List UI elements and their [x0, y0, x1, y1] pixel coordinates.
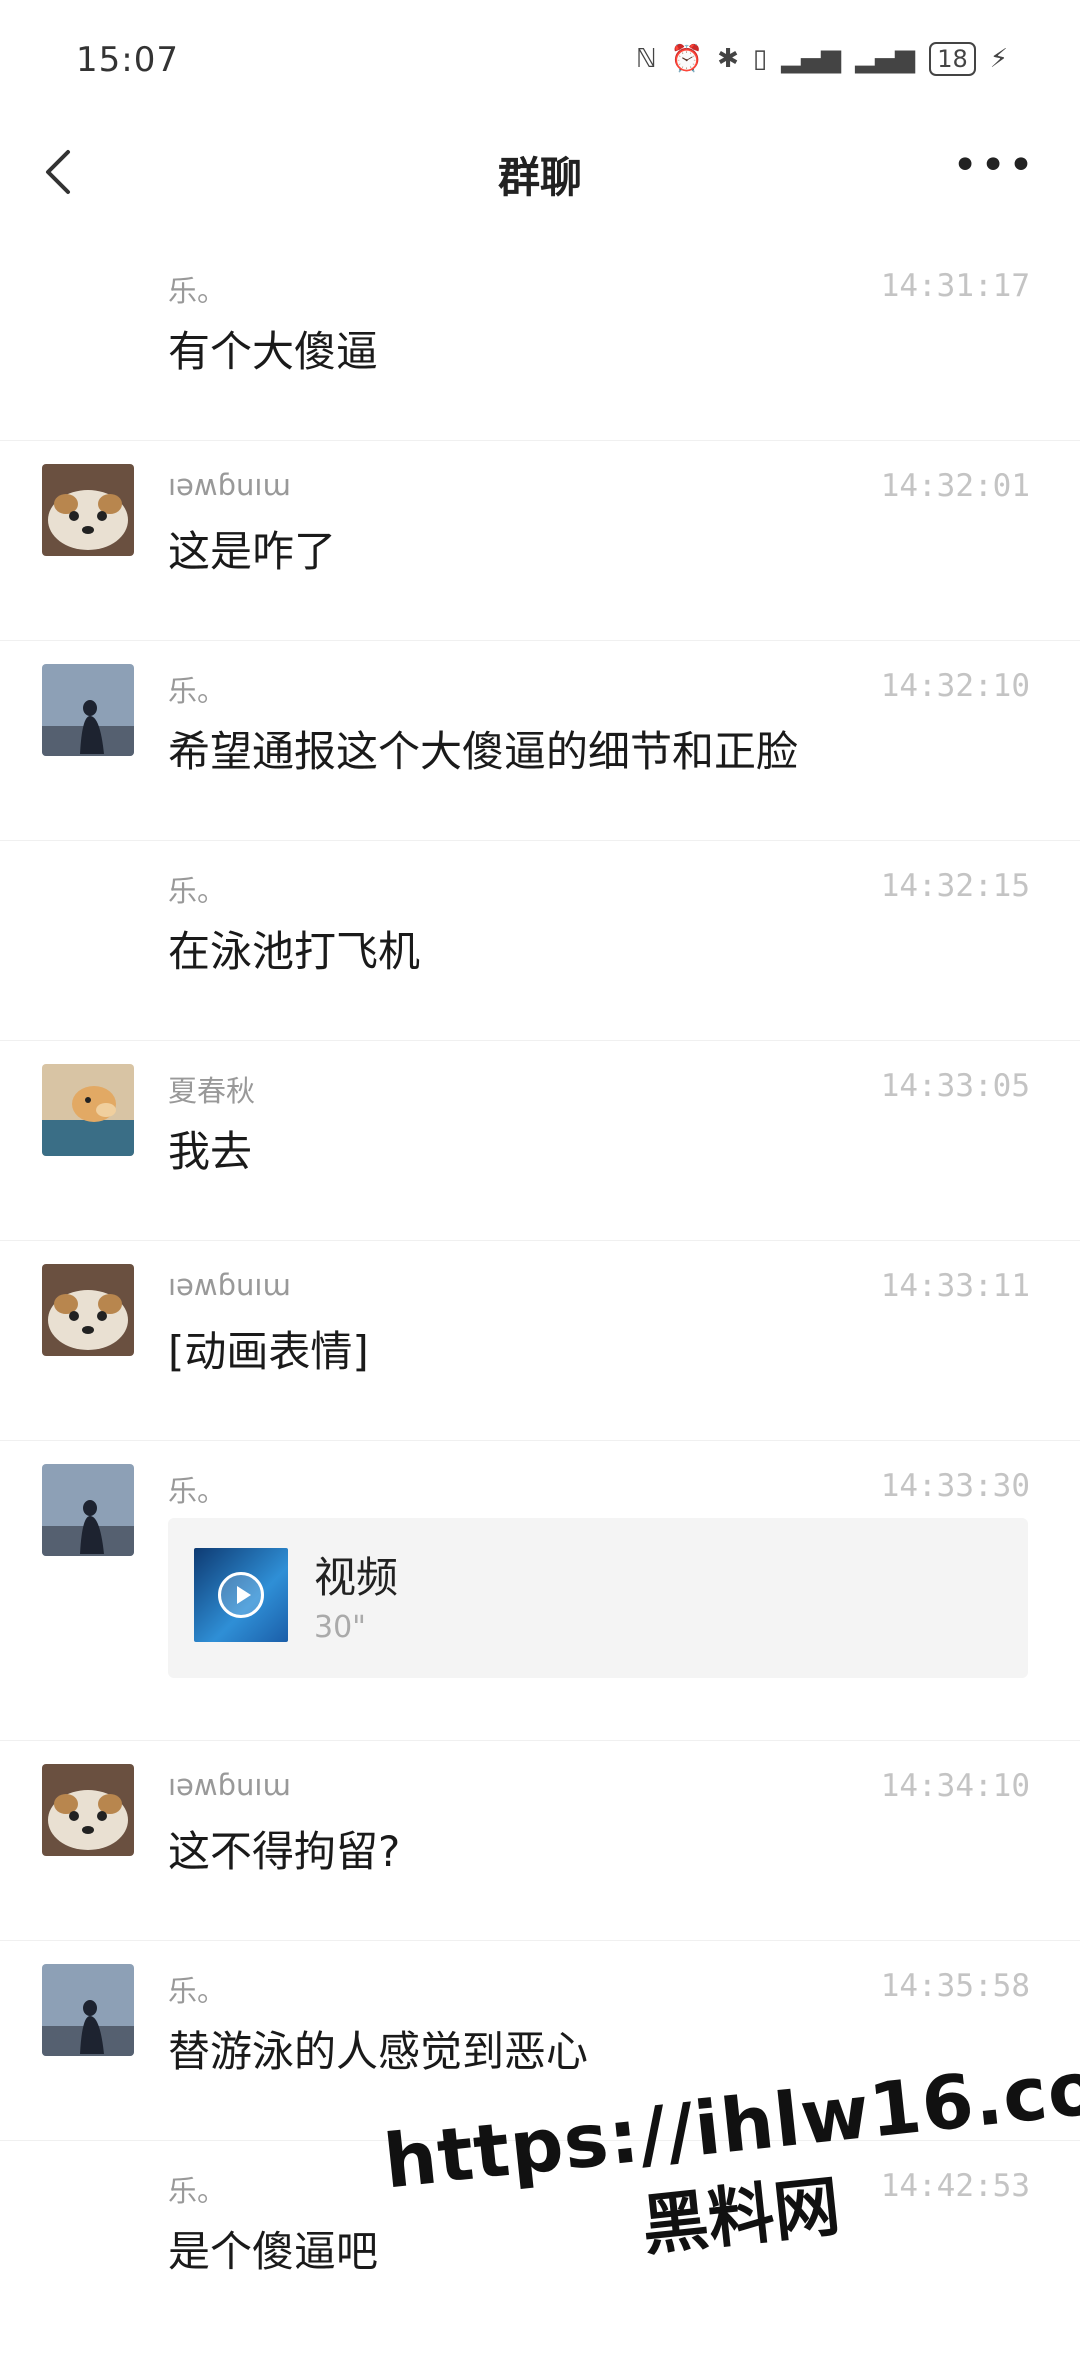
sender-name: 乐。 [168, 1974, 227, 2008]
video-duration: 30" [314, 1610, 366, 1645]
sender-name: 乐。 [168, 1474, 227, 1508]
sender-name: 乐。 [168, 274, 227, 308]
message-time: 14:34:10 [880, 1768, 1030, 1804]
charging-icon: ⚡ [989, 44, 1008, 74]
avatar[interactable] [42, 1264, 134, 1356]
message-text: 是个傻逼吧 [168, 2227, 379, 2276]
message-time: 14:33:30 [880, 1468, 1030, 1504]
avatar[interactable] [42, 1464, 134, 1556]
battery-icon: 18 [929, 42, 976, 76]
avatar[interactable] [42, 464, 134, 556]
message-item[interactable]: 乐。 14:33:30 视频 30" [0, 1440, 1080, 1741]
sender-name: 夏春秋 [168, 1074, 256, 1108]
nfc-icon: ℕ [635, 44, 657, 74]
dog-avatar-image [42, 1064, 134, 1156]
avatar[interactable] [42, 664, 134, 756]
message-text: 希望通报这个大傻逼的细节和正脸 [168, 727, 799, 776]
more-button[interactable]: ••• [952, 140, 1036, 191]
alarm-icon: ⏰ [670, 44, 704, 74]
message-time: 14:32:10 [880, 668, 1030, 704]
message-item[interactable]: ıəʍɓuıɯ 14:34:10 这不得拘留? [0, 1740, 1080, 1941]
avatar[interactable] [42, 1764, 134, 1856]
message-time: 14:33:05 [880, 1068, 1030, 1104]
silhouette-avatar-image [42, 1964, 134, 2056]
sender-name: 乐。 [168, 874, 227, 908]
message-text: 我去 [168, 1127, 253, 1176]
status-time: 15:07 [76, 40, 179, 80]
message-item[interactable]: 乐。 14:31:17 有个大傻逼 [0, 240, 1080, 441]
message-text: [动画表情] [168, 1327, 369, 1376]
redpanda-avatar-image [42, 464, 134, 556]
message-item[interactable]: 乐。 14:32:15 在泳池打飞机 [0, 840, 1080, 1041]
message-item[interactable]: 夏春秋 14:33:05 我去 [0, 1040, 1080, 1241]
nav-bar: 群聊 ••• [0, 130, 1080, 220]
sender-name: 乐。 [168, 2174, 227, 2208]
page-title: 群聊 [497, 153, 582, 202]
message-item[interactable]: ıəʍɓuıɯ 14:32:01 这是咋了 [0, 440, 1080, 641]
message-text: 替游泳的人感觉到恶心 [168, 2027, 589, 2076]
message-text: 在泳池打飞机 [168, 927, 421, 976]
message-text: 这是咋了 [168, 527, 337, 576]
message-time: 14:32:01 [880, 468, 1030, 504]
message-text: 有个大傻逼 [168, 327, 379, 376]
message-item[interactable]: 乐。 14:32:10 希望通报这个大傻逼的细节和正脸 [0, 640, 1080, 841]
avatar[interactable] [42, 1964, 134, 2056]
sender-name: ıəʍɓuıɯ [168, 468, 291, 502]
message-item[interactable]: ıəʍɓuıɯ 14:33:11 [动画表情] [0, 1240, 1080, 1441]
video-thumbnail[interactable] [194, 1548, 288, 1642]
status-icons: ℕ ⏰ ✱ ▯ ▂▄▆ ▂▄▆ 18 ⚡ [636, 42, 1008, 76]
signal-5g-icon-2: ▂▄▆ [855, 44, 916, 74]
silhouette-avatar-image [42, 664, 134, 756]
signal-5g-icon: ▂▄▆ [781, 44, 842, 74]
battery-level: 18 [937, 45, 968, 73]
status-bar: 15:07 ℕ ⏰ ✱ ▯ ▂▄▆ ▂▄▆ 18 ⚡ [0, 0, 1080, 120]
sender-name: ıəʍɓuıɯ [168, 1768, 291, 1802]
more-dots-icon: ••• [952, 140, 1036, 191]
play-icon [218, 1572, 264, 1618]
message-time: 14:31:17 [880, 268, 1030, 304]
redpanda-avatar-image [42, 1764, 134, 1856]
vibrate-icon: ▯ [752, 44, 768, 74]
message-time: 14:35:58 [880, 1968, 1030, 2004]
sender-name: 乐。 [168, 674, 227, 708]
bluetooth-icon: ✱ [717, 44, 739, 74]
video-message-card[interactable]: 视频 30" [168, 1518, 1028, 1678]
redpanda-avatar-image [42, 1264, 134, 1356]
message-time: 14:32:15 [880, 868, 1030, 904]
avatar[interactable] [42, 1064, 134, 1156]
message-text: 这不得拘留? [168, 1827, 401, 1876]
silhouette-avatar-image [42, 1464, 134, 1556]
video-label: 视频 [314, 1553, 399, 1602]
sender-name: ıəʍɓuıɯ [168, 1268, 291, 1302]
message-time: 14:33:11 [880, 1268, 1030, 1304]
